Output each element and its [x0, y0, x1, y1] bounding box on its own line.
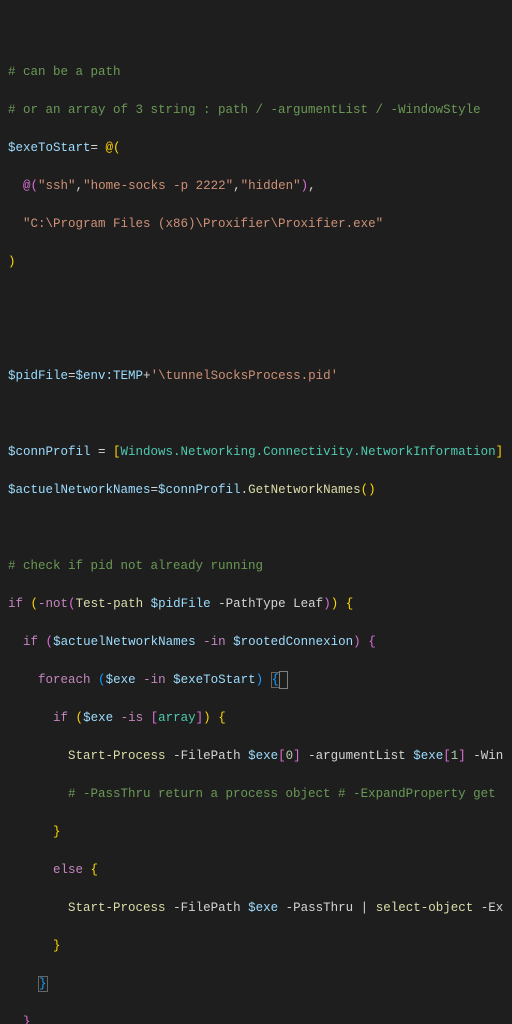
code-line: if (-not(Test-path $pidFile -PathType Le…: [8, 595, 504, 614]
code-line: [8, 405, 504, 424]
code-line: }: [8, 1013, 504, 1024]
comment: # check if pid not already running: [8, 559, 263, 573]
code-line: "C:\Program Files (x86)\Proxifier\Proxif…: [8, 215, 504, 234]
code-line: Start-Process -FilePath $exe -PassThru |…: [8, 899, 504, 918]
code-line: [8, 329, 504, 348]
comment: # can be a path: [8, 65, 121, 79]
code-line: if ($exe -is [array]) {: [8, 709, 504, 728]
code-line: $pidFile=$env:TEMP+'\tunnelSocksProcess.…: [8, 367, 504, 386]
code-line: [8, 291, 504, 310]
code-line: $exeToStart= @(: [8, 139, 504, 158]
code-line: }: [8, 823, 504, 842]
variable: $exeToStart: [8, 141, 91, 155]
code-line: # -PassThru return a process object # -E…: [8, 785, 504, 804]
code-line: # or an array of 3 string : path / -argu…: [8, 101, 504, 120]
type: Windows.Networking.Connectivity.NetworkI…: [121, 445, 496, 459]
code-line: foreach ($exe -in $exeToStart) {: [8, 671, 504, 690]
code-line: # can be a path: [8, 63, 504, 82]
code-line: # check if pid not already running: [8, 557, 504, 576]
code-line: @("ssh","home-socks -p 2222","hidden"),: [8, 177, 504, 196]
string: "C:\Program Files (x86)\Proxifier\Proxif…: [23, 217, 383, 231]
code-line: }: [8, 937, 504, 956]
brace-match: {: [271, 672, 281, 688]
code-line: Start-Process -FilePath $exe[0] -argumen…: [8, 747, 504, 766]
variable: $pidFile: [8, 369, 68, 383]
code-editor-viewport[interactable]: { "c1": "# can be a path", "c2": "# or a…: [0, 0, 512, 512]
code-line: }: [8, 975, 504, 994]
code-line: else {: [8, 861, 504, 880]
code-line: if ($actuelNetworkNames -in $rootedConne…: [8, 633, 504, 652]
brace-match: }: [38, 976, 48, 992]
code-line: $actuelNetworkNames=$connProfil.GetNetwo…: [8, 481, 504, 500]
code-line: $connProfil = [Windows.Networking.Connec…: [8, 443, 504, 462]
code-line: ): [8, 253, 504, 272]
text-cursor: [280, 672, 287, 688]
comment: # or an array of 3 string : path / -argu…: [8, 103, 481, 117]
code-line: [8, 519, 504, 538]
